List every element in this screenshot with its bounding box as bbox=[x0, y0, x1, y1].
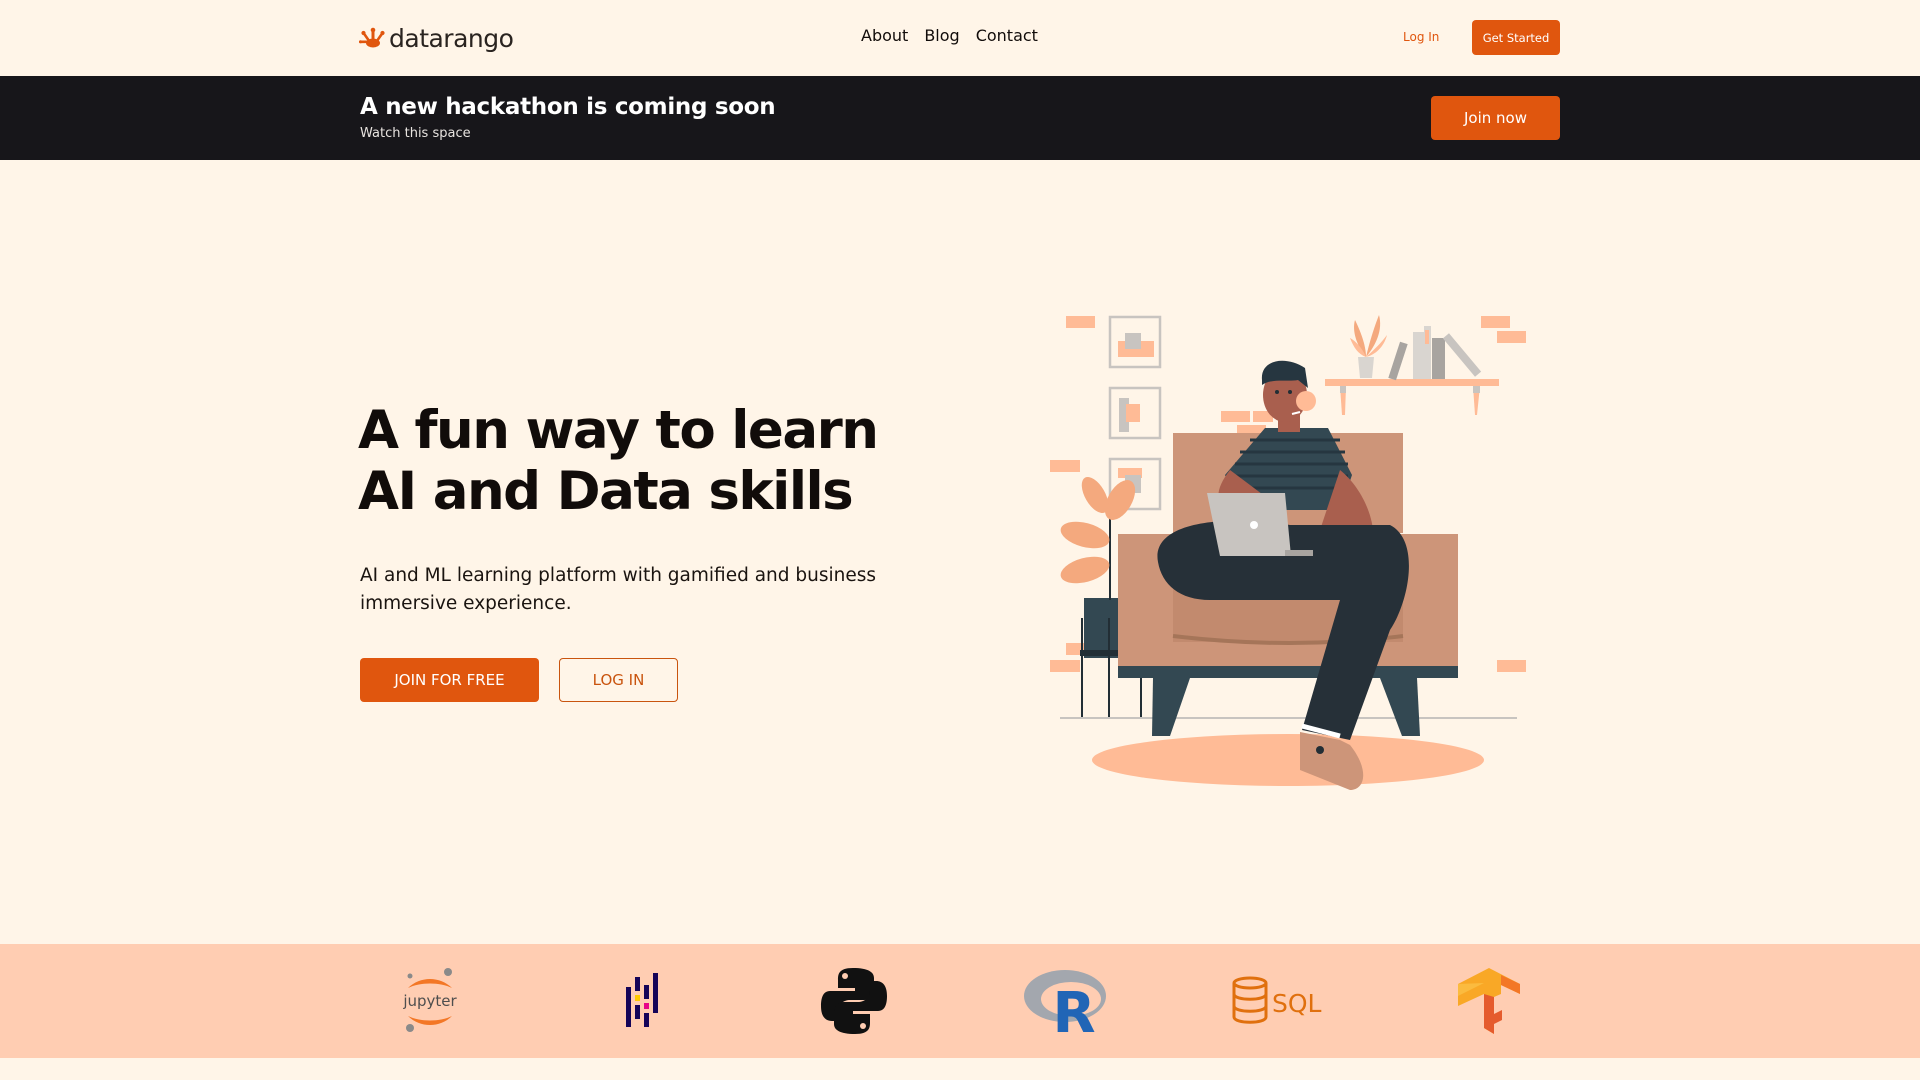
nav-login-link[interactable]: Log In bbox=[1403, 30, 1439, 44]
hero-illustration bbox=[1050, 315, 1526, 790]
hero-title: A fun way to learn AI and Data skills bbox=[358, 400, 918, 522]
brand-logo[interactable]: datarango bbox=[359, 22, 514, 54]
r-icon: R bbox=[1024, 970, 1106, 1036]
jupyter-icon: jupyter bbox=[402, 968, 458, 1032]
banner-title: A new hackathon is coming soon bbox=[360, 94, 776, 120]
hero-login-button[interactable]: LOG IN bbox=[559, 658, 678, 702]
announcement-banner: A new hackathon is coming soon Watch thi… bbox=[0, 76, 1920, 160]
join-for-free-button[interactable]: JOIN FOR FREE bbox=[360, 658, 539, 702]
nav-link-blog[interactable]: Blog bbox=[924, 26, 959, 45]
banner-subtitle: Watch this space bbox=[360, 126, 471, 141]
pandas-icon bbox=[626, 973, 658, 1027]
brand-name: datarango bbox=[389, 23, 514, 53]
sql-database-icon: SQL bbox=[1232, 976, 1322, 1024]
person bbox=[1157, 360, 1409, 790]
join-now-button[interactable]: Join now bbox=[1431, 96, 1560, 140]
hero-description: AI and ML learning platform with gamifie… bbox=[360, 565, 877, 614]
r-label: R bbox=[1052, 981, 1095, 1036]
hero-title-line-2: AI and Data skills bbox=[358, 461, 854, 522]
nav-link-about[interactable]: About bbox=[861, 26, 908, 45]
gecko-foot-icon bbox=[359, 27, 385, 48]
nav-link-contact[interactable]: Contact bbox=[976, 26, 1038, 45]
get-started-button[interactable]: Get Started bbox=[1472, 20, 1560, 55]
tensorflow-icon bbox=[1458, 968, 1520, 1034]
tech-logos-band: jupyter R SQL bbox=[0, 944, 1920, 1058]
rug bbox=[1092, 734, 1484, 786]
main-nav: About Blog Contact bbox=[861, 26, 1038, 45]
jupyter-logo: jupyter bbox=[400, 944, 460, 1058]
r-logo: R bbox=[1022, 944, 1108, 1058]
tensorflow-logo bbox=[1456, 944, 1522, 1058]
python-logo bbox=[820, 944, 888, 1058]
python-icon bbox=[821, 968, 887, 1034]
sql-label: SQL bbox=[1272, 989, 1322, 1018]
hero-title-line-1: A fun way to learn bbox=[358, 400, 879, 461]
wall-shelf bbox=[1325, 315, 1499, 415]
top-navigation: datarango About Blog Contact Log In Get … bbox=[0, 0, 1920, 76]
jupyter-label: jupyter bbox=[402, 992, 457, 1010]
sql-logo: SQL bbox=[1232, 944, 1326, 1058]
pandas-logo bbox=[622, 944, 662, 1058]
